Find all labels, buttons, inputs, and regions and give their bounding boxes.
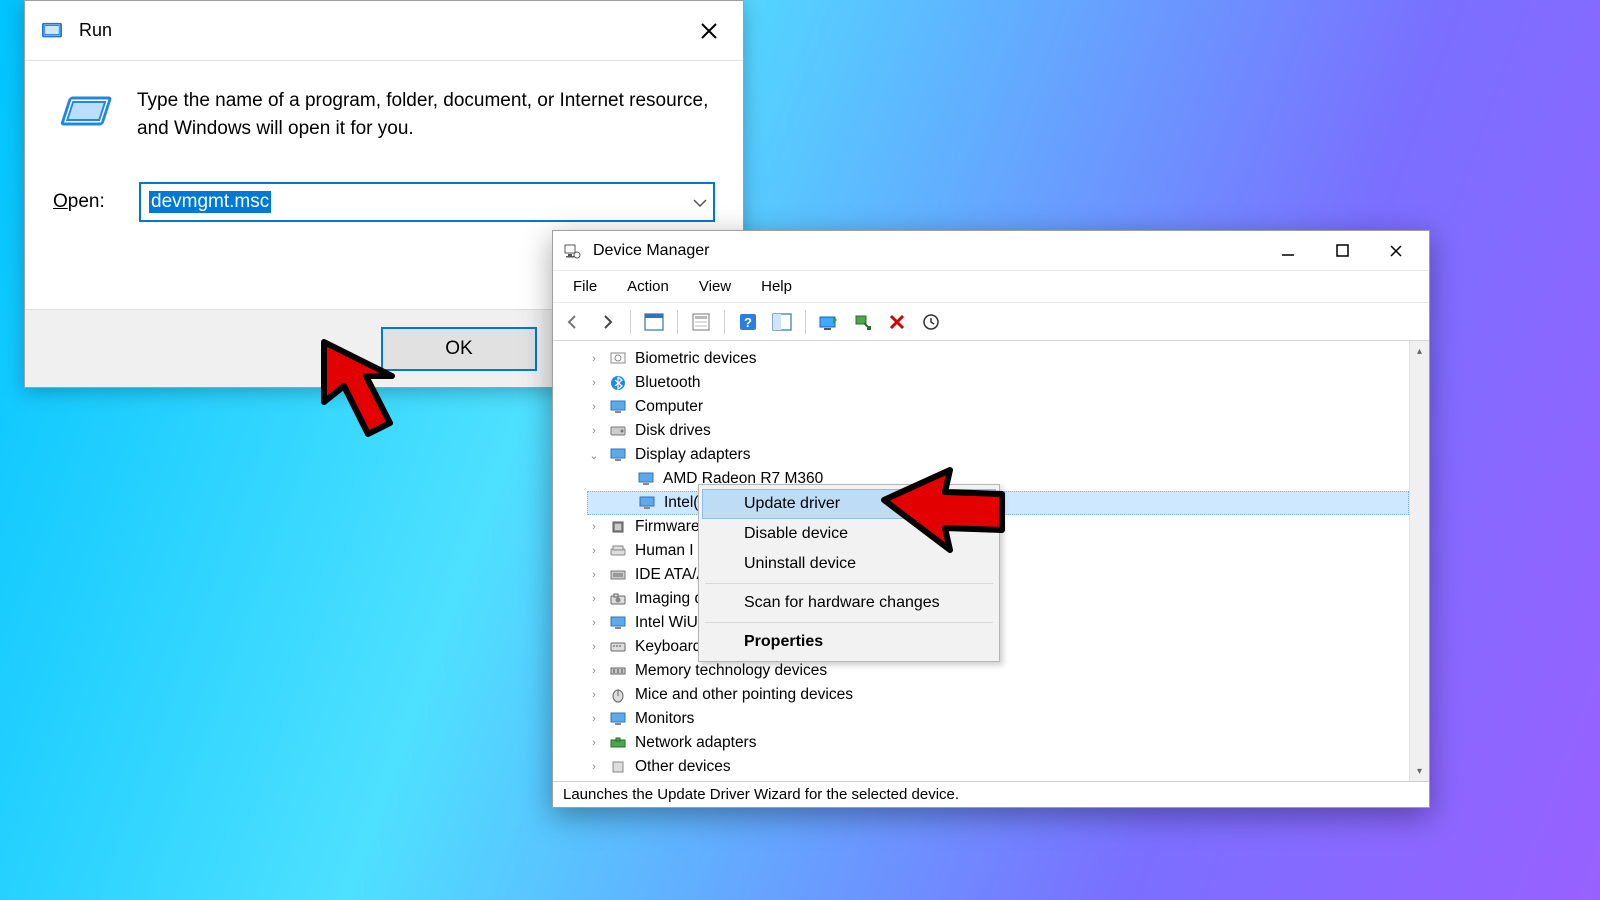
chevron-down-icon[interactable] [693, 194, 707, 210]
tree-label: Other devices [635, 758, 731, 776]
run-icon-small [37, 16, 67, 46]
details-icon[interactable] [768, 308, 796, 336]
tree-label: Network adapters [635, 734, 756, 752]
update-driver-icon[interactable] [815, 308, 843, 336]
menubar: File Action View Help [553, 271, 1429, 303]
tree-label: Human I [635, 542, 694, 560]
minimize-icon[interactable] [1273, 239, 1303, 263]
tree-label: Monitors [635, 710, 694, 728]
scroll-down-icon[interactable]: ▾ [1410, 761, 1429, 781]
menu-help[interactable]: Help [755, 275, 798, 298]
separator [630, 310, 631, 334]
status-bar: Launches the Update Driver Wizard for th… [553, 781, 1429, 807]
scroll-up-icon[interactable]: ▴ [1410, 341, 1429, 361]
menu-file[interactable]: File [567, 275, 603, 298]
tree-item-bluetooth[interactable]: ›Bluetooth [587, 371, 1409, 395]
back-icon[interactable] [559, 308, 587, 336]
help-icon[interactable]: ? [734, 308, 762, 336]
tree-item-disk[interactable]: ›Disk drives [587, 419, 1409, 443]
tree-label: Imaging d [635, 590, 703, 608]
scan-icon[interactable] [917, 308, 945, 336]
forward-icon[interactable] [593, 308, 621, 336]
run-titlebar: Run [25, 1, 743, 61]
red-arrow-cursor-1 [310, 328, 430, 468]
show-hidden-icon[interactable] [640, 308, 668, 336]
toolbar: ? [553, 303, 1429, 341]
tree-label: Bluetooth [635, 374, 701, 392]
tree-item-memory[interactable]: ›Memory technology devices [587, 659, 1409, 683]
run-title: Run [79, 20, 687, 41]
devmgr-icon [561, 240, 583, 262]
tree-label: Mice and other pointing devices [635, 686, 853, 704]
devmgr-title: Device Manager [593, 242, 1273, 260]
menu-action[interactable]: Action [621, 275, 675, 298]
scrollbar[interactable]: ▴ ▾ [1409, 341, 1429, 781]
ctx-properties[interactable]: Properties [702, 627, 996, 657]
open-value: devmgmt.msc [149, 191, 271, 213]
tree-label: Keyboard [635, 638, 701, 656]
close-icon[interactable] [1381, 239, 1411, 263]
tree-label: Disk drives [635, 422, 711, 440]
properties-icon[interactable] [687, 308, 715, 336]
ctx-scan[interactable]: Scan for hardware changes [702, 588, 996, 618]
uninstall-icon[interactable] [883, 308, 911, 336]
run-description: Type the name of a program, folder, docu… [137, 87, 715, 142]
open-combobox[interactable]: devmgmt.msc [139, 182, 715, 222]
tree-item-monitors[interactable]: ›Monitors [587, 707, 1409, 731]
run-icon-large [53, 87, 123, 137]
tree-label: IDE ATA/A [635, 566, 707, 584]
separator [705, 622, 993, 623]
tree-label: Display adapters [635, 446, 750, 464]
separator [805, 310, 806, 334]
tree-item-biometric[interactable]: ›Biometric devices [587, 347, 1409, 371]
menu-view[interactable]: View [693, 275, 737, 298]
tree-label: Memory technology devices [635, 662, 827, 680]
tree-label: Firmware [635, 518, 700, 536]
tree-item-other[interactable]: ›Other devices [587, 755, 1409, 779]
open-label: Open: [53, 191, 139, 213]
tree-item-network[interactable]: ›Network adapters [587, 731, 1409, 755]
separator [724, 310, 725, 334]
close-icon[interactable] [687, 9, 731, 53]
tree-item-mice[interactable]: ›Mice and other pointing devices [587, 683, 1409, 707]
tree-label: Computer [635, 398, 703, 416]
tree-label: Biometric devices [635, 350, 756, 368]
svg-text:?: ? [744, 315, 752, 330]
tree-item-computer[interactable]: ›Computer [587, 395, 1409, 419]
devmgr-titlebar: Device Manager [553, 231, 1429, 271]
separator [677, 310, 678, 334]
maximize-icon[interactable] [1327, 239, 1357, 263]
red-arrow-cursor-2 [870, 450, 1020, 590]
disable-icon[interactable] [849, 308, 877, 336]
